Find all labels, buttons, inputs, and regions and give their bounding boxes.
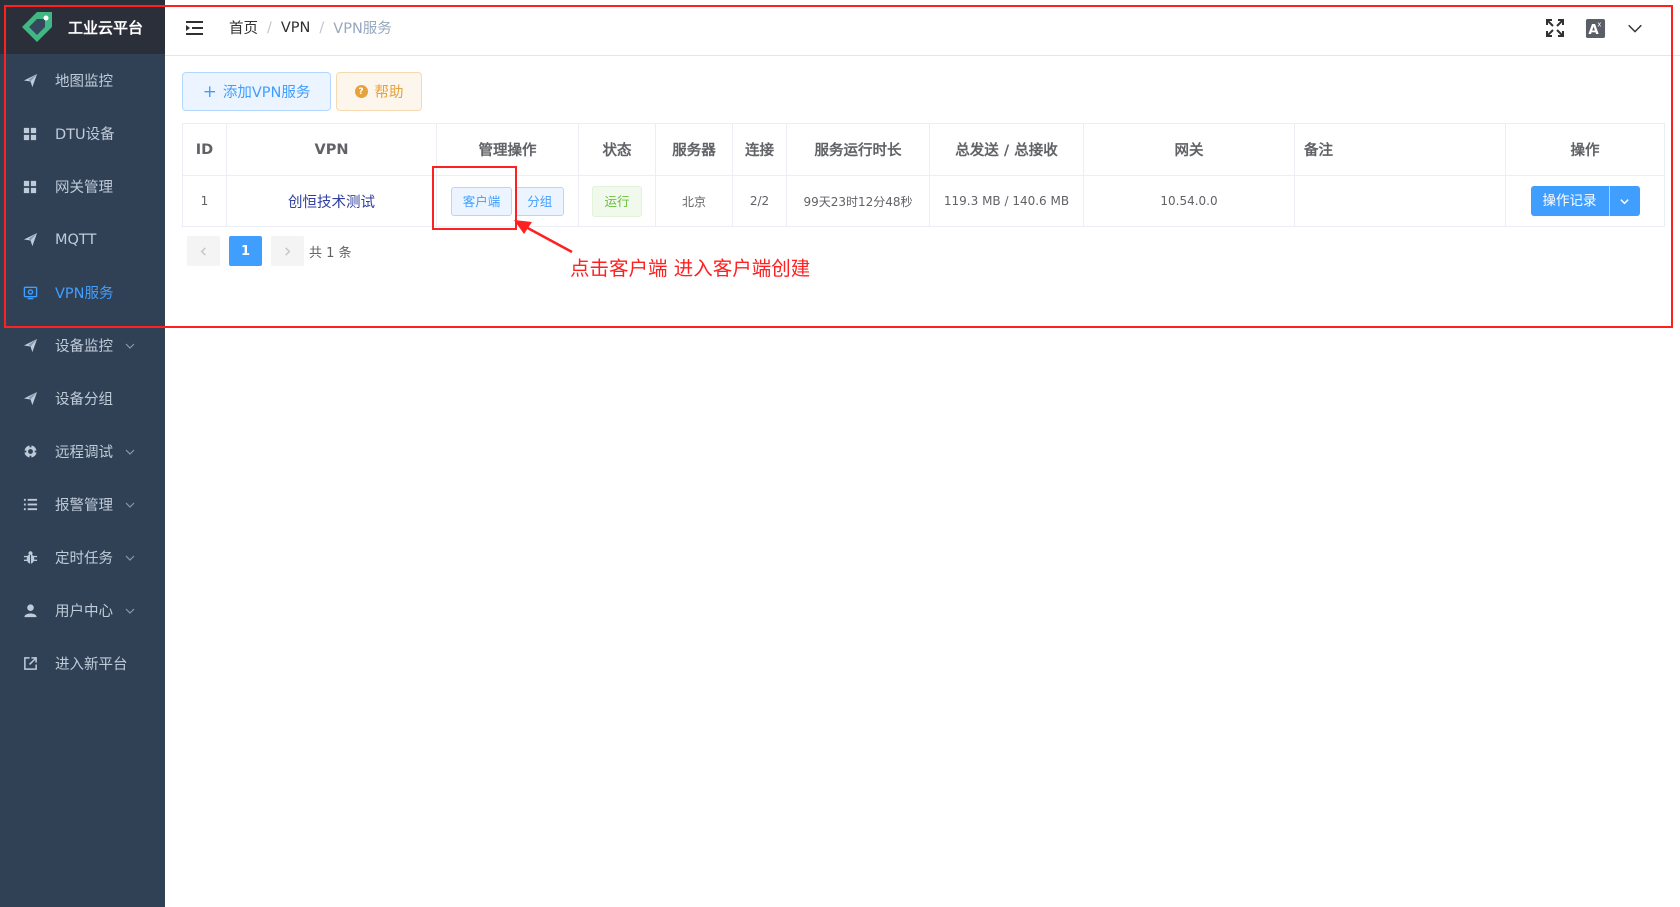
sidebar-item-9[interactable]: 报警管理	[0, 478, 165, 531]
external-link-icon	[22, 656, 38, 672]
paper-plane-icon	[22, 338, 38, 354]
chevron-down-icon	[125, 447, 135, 457]
sidebar-item-label: 进入新平台	[55, 657, 128, 673]
list-icon	[22, 497, 38, 513]
sidebar-item-7[interactable]: 设备分组	[0, 372, 165, 425]
sidebar-item-label: 用户中心	[55, 604, 113, 620]
paper-plane-icon	[22, 391, 38, 407]
sidebar-item-label: 设备分组	[55, 392, 113, 408]
sidebar-item-label: 定时任务	[55, 551, 113, 567]
sidebar-item-10[interactable]: 定时任务	[0, 531, 165, 584]
sidebar-item-11[interactable]: 用户中心	[0, 584, 165, 637]
sidebar-item-label: 远程调试	[55, 445, 113, 461]
chevron-down-icon	[125, 341, 135, 351]
annotation-frame	[4, 5, 1673, 328]
sidebar-item-8[interactable]: 远程调试	[0, 425, 165, 478]
chevron-down-icon	[125, 553, 135, 563]
sidebar-item-label: 设备监控	[55, 339, 113, 355]
chevron-down-icon	[125, 500, 135, 510]
chevron-down-icon	[125, 606, 135, 616]
sidebar-item-label: 报警管理	[55, 498, 113, 514]
sidebar-item-12[interactable]: 进入新平台	[0, 637, 165, 690]
annotation-text: 点击客户端 进入客户端创建	[570, 257, 811, 280]
user-icon	[22, 603, 38, 619]
annotation-arrow-icon	[514, 220, 573, 254]
gear-ring-icon	[22, 444, 38, 460]
annotation-highlight-box	[432, 166, 517, 230]
bug-icon	[22, 550, 38, 566]
